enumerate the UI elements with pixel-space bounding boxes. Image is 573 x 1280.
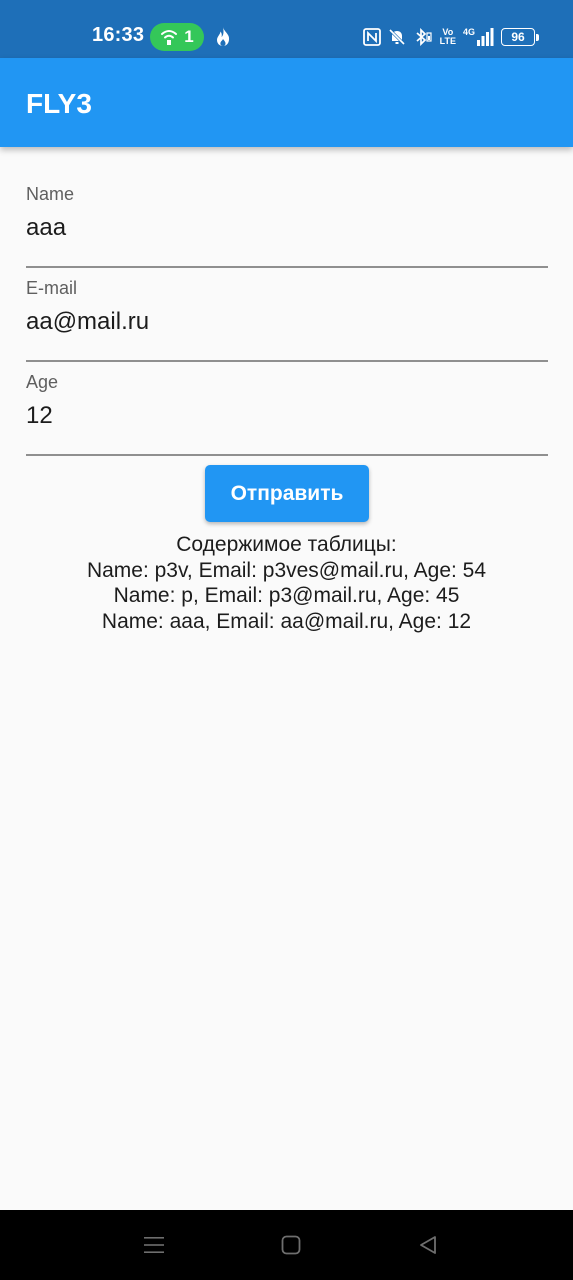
table-heading: Содержимое таблицы:	[176, 533, 397, 556]
nav-menu-button[interactable]	[139, 1232, 169, 1258]
nfc-icon	[362, 28, 381, 46]
submit-button[interactable]: Отправить	[205, 465, 369, 522]
hotspot-indicator[interactable]: 1	[150, 23, 204, 51]
signal-bars-icon	[477, 28, 494, 46]
name-label: Name	[26, 184, 75, 204]
navigation-bar	[0, 1210, 573, 1280]
age-field[interactable]: Age	[26, 366, 548, 456]
status-icons: Vo LTE 4G 96	[362, 24, 539, 50]
cellular-indicator: 4G	[463, 28, 494, 46]
table-row: Name: p3v, Email: p3ves@mail.ru, Age: 54	[86, 558, 487, 582]
app-bar: FLY3	[0, 58, 573, 147]
status-bar: 16:33 1 Vo LTE 4G 96	[0, 0, 573, 58]
battery-indicator: 96	[501, 28, 539, 46]
table-row: Name: aaa, Email: aa@mail.ru, Age: 12	[101, 609, 472, 633]
bluetooth-icon	[416, 28, 432, 46]
email-field[interactable]: E-mail	[26, 272, 548, 362]
volte-label-bottom: LTE	[439, 36, 456, 46]
name-field[interactable]: Name	[26, 178, 548, 268]
wifi-hotspot-icon	[161, 30, 178, 45]
nav-back-button[interactable]	[413, 1232, 443, 1258]
flame-icon	[217, 27, 230, 46]
hotspot-count: 1	[184, 27, 194, 46]
table-row: Name: p, Email: p3@mail.ru, Age: 45	[113, 584, 460, 607]
menu-icon	[144, 1237, 164, 1253]
name-input[interactable]	[26, 214, 548, 242]
nav-home-button[interactable]	[276, 1232, 306, 1258]
app-screen: 16:33 1 Vo LTE 4G 96 FLY3 Name aaa E-mai…	[0, 0, 573, 1280]
app-title: FLY3	[26, 88, 92, 119]
home-square-icon	[281, 1235, 301, 1255]
age-label: Age	[26, 372, 59, 392]
email-input[interactable]	[26, 308, 548, 336]
status-time: 16:33	[92, 24, 145, 46]
volte-indicator: Vo LTE	[440, 28, 456, 46]
bell-off-icon	[388, 28, 405, 46]
table-content: Содержимое таблицы: Name: p3v, Email: p3…	[0, 532, 573, 634]
email-label: E-mail	[26, 278, 78, 298]
network-type: 4G	[462, 27, 475, 37]
age-input[interactable]	[26, 402, 548, 430]
back-triangle-icon	[420, 1236, 436, 1254]
battery-level: 96	[511, 30, 525, 44]
